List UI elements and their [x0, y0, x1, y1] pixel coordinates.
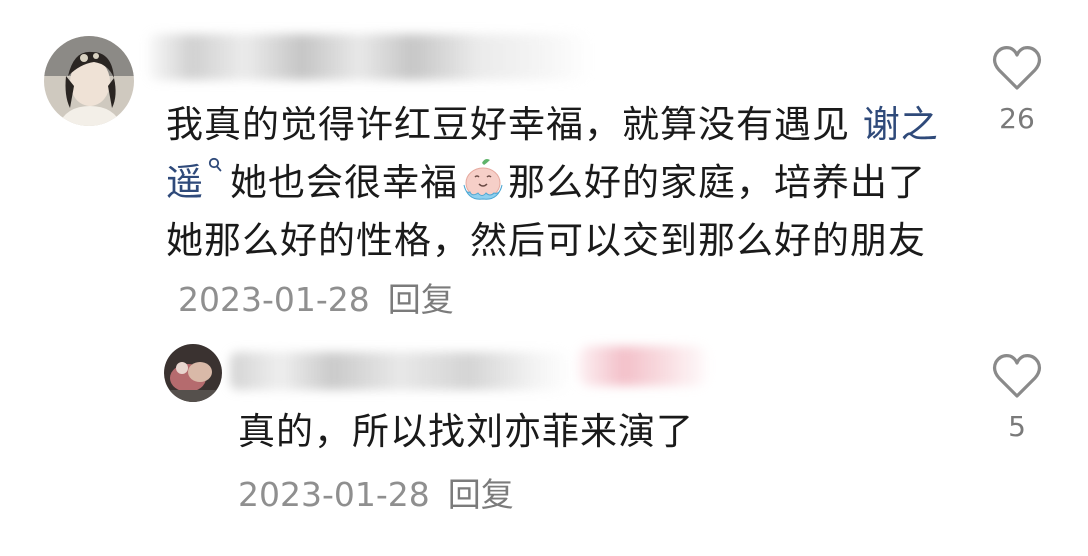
reply-badge-blurred — [578, 346, 708, 386]
comment-text-part: 她也会很幸福 — [230, 161, 458, 204]
commenter-avatar[interactable] — [44, 36, 134, 126]
crying-emoji-icon — [463, 159, 503, 200]
reply-username-blurred[interactable] — [230, 352, 570, 390]
username-blurred[interactable] — [148, 34, 588, 80]
comment-body: 我真的觉得许红豆好幸福，就算没有遇见 谢之遥 她也会很幸福 那么好的家庭，培养出了… — [166, 96, 956, 329]
reply-button[interactable]: 回复 — [388, 280, 454, 319]
comment-text-part: 我真的觉得许红豆好幸福，就算没有遇见 — [166, 103, 863, 146]
replier-avatar[interactable] — [164, 344, 222, 402]
reply-date: 2023-01-28 — [238, 475, 430, 514]
heart-outline-icon[interactable] — [991, 44, 1043, 92]
heart-outline-icon[interactable] — [991, 352, 1043, 400]
search-icon[interactable] — [208, 157, 222, 179]
like-control[interactable]: 26 — [982, 44, 1052, 135]
reply-like-count: 5 — [1008, 410, 1026, 443]
reply-like-control[interactable]: 5 — [982, 352, 1052, 443]
like-count: 26 — [999, 102, 1035, 135]
reply-reply-button[interactable]: 回复 — [448, 475, 514, 514]
comment-date: 2023-01-28 — [178, 280, 370, 319]
reply-meta: 2023-01-28 回复 — [238, 470, 514, 520]
comment-thread: 我真的觉得许红豆好幸福，就算没有遇见 谢之遥 她也会很幸福 那么好的家庭，培养出了… — [0, 0, 1088, 556]
reply-body: 真的，所以找刘亦菲来演了 — [238, 410, 694, 453]
